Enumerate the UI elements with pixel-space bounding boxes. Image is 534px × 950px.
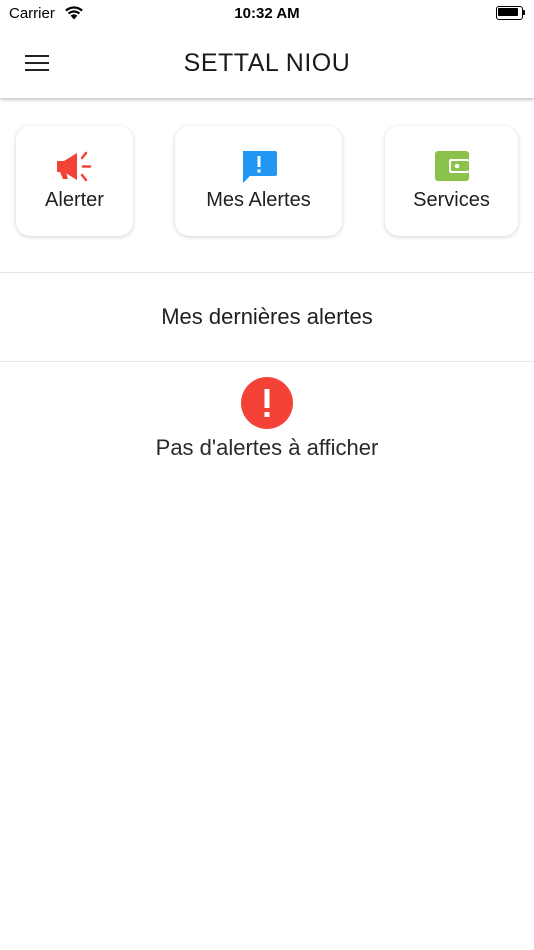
mes-alertes-label: Mes Alertes [206,189,311,211]
divider [0,272,534,273]
clock-time: 10:32 AM [234,5,300,22]
alerter-label: Alerter [45,189,104,211]
divider [0,361,534,362]
app-bar: SETTAL NIOU [0,28,534,98]
services-button[interactable]: Services [385,126,518,236]
alerter-button[interactable]: Alerter [16,126,133,236]
alert-message-icon [242,151,277,183]
error-icon [241,377,293,429]
megaphone-icon [56,151,91,182]
status-bar: Carrier 10:32 AM [0,0,534,28]
mes-alertes-button[interactable]: Mes Alertes [175,126,342,236]
services-label: Services [413,189,490,211]
app-title: SETTAL NIOU [183,49,351,77]
wallet-icon [434,151,469,181]
battery-icon [496,6,526,20]
empty-state-message: Pas d'alertes à afficher [155,435,379,460]
section-title: Mes dernières alertes [161,304,373,329]
